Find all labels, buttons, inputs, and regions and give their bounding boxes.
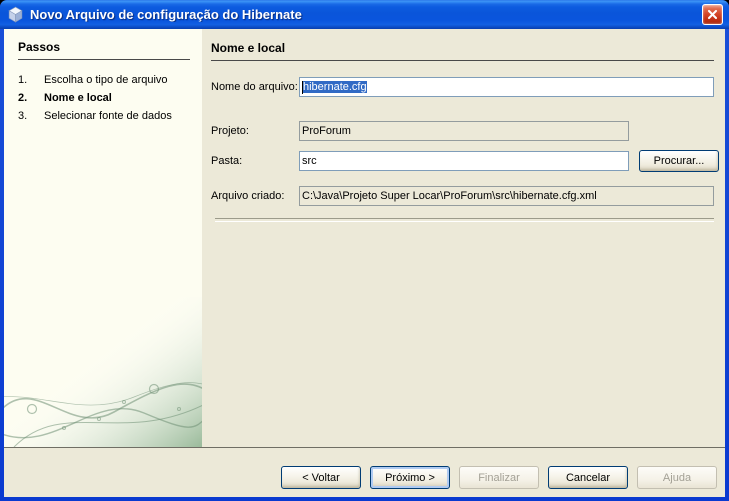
selected-text: hibernate.cfg xyxy=(303,81,367,93)
finish-button: Finalizar xyxy=(459,466,539,489)
project-label: Projeto: xyxy=(211,125,249,137)
help-button: Ajuda xyxy=(637,466,717,489)
project-row: Projeto: ProForum xyxy=(211,121,714,141)
step-item-3: 3. Selecionar fonte de dados xyxy=(18,110,172,122)
steps-panel: Passos 1. Escolha o tipo de arquivo 2. N… xyxy=(4,29,202,447)
steps-list: 1. Escolha o tipo de arquivo 2. Nome e l… xyxy=(18,73,190,123)
step-item-1: 1. Escolha o tipo de arquivo xyxy=(18,74,168,86)
new-file-cube-icon xyxy=(7,6,24,23)
created-file-label: Arquivo criado: xyxy=(211,190,285,202)
button-bar: < Voltar Próximo > Finalizar Cancelar Aj… xyxy=(4,447,725,497)
file-name-input[interactable]: hibernate.cfg xyxy=(299,77,714,97)
cancel-button[interactable]: Cancelar xyxy=(548,466,628,489)
dialog-body: Passos 1. Escolha o tipo de arquivo 2. N… xyxy=(4,29,725,497)
window-title: Novo Arquivo de configuração do Hibernat… xyxy=(30,7,302,22)
separator-line xyxy=(215,218,714,222)
browse-button[interactable]: Procurar... xyxy=(639,150,719,172)
titlebar[interactable]: Novo Arquivo de configuração do Hibernat… xyxy=(0,0,729,29)
close-button[interactable] xyxy=(702,4,723,25)
file-name-label: Nome do arquivo: xyxy=(211,81,298,93)
created-file-field: C:\Java\Projeto Super Locar\ProForum\src… xyxy=(299,186,714,206)
back-button[interactable]: < Voltar xyxy=(281,466,361,489)
project-field: ProForum xyxy=(299,121,629,141)
main-panel: Nome e local Nome do arquivo: hibernate.… xyxy=(202,29,725,447)
dialog-window: Novo Arquivo de configuração do Hibernat… xyxy=(0,0,729,501)
next-button[interactable]: Próximo > xyxy=(370,466,450,489)
steps-panel-title: Passos xyxy=(18,40,190,60)
folder-row: Pasta: Procurar... xyxy=(211,150,719,172)
page-title: Nome e local xyxy=(211,41,714,61)
watermark-swirl-graphic xyxy=(4,297,202,447)
folder-input[interactable] xyxy=(299,151,629,171)
folder-label: Pasta: xyxy=(211,155,243,167)
created-file-row: Arquivo criado: C:\Java\Projeto Super Lo… xyxy=(211,186,714,206)
step-item-2-current: 2. Nome e local xyxy=(18,92,112,104)
file-name-row: Nome do arquivo: hibernate.cfg xyxy=(211,77,714,97)
